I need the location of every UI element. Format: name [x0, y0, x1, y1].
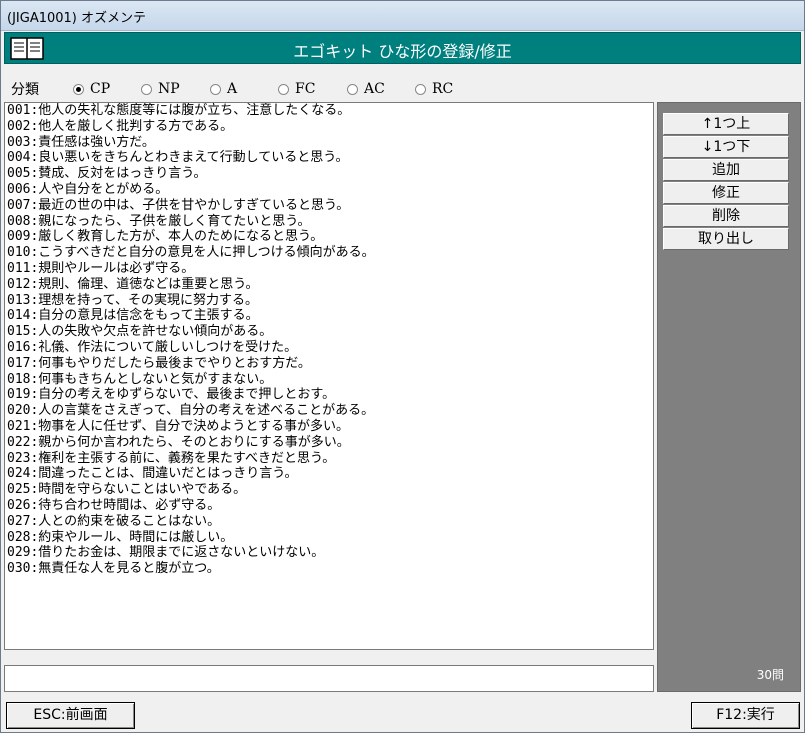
retrieve-button[interactable]: 取り出し — [663, 228, 789, 250]
list-item[interactable]: 007:最近の世の中は、子供を甘やかしすぎていると思う。 — [5, 198, 653, 214]
list-item[interactable]: 006:人や自分をとがめる。 — [5, 182, 653, 198]
list-item[interactable]: 009:厳しく教育した方が、本人のためになると思う。 — [5, 229, 653, 245]
add-button[interactable]: 追加 — [663, 159, 789, 181]
list-item[interactable]: 020:人の言葉をさえぎって、自分の考えを述べることがある。 — [5, 403, 653, 419]
app-window: (JIGA1001) オズメンテ エゴキット ひな形の登録/修正 分類 CP N… — [0, 0, 805, 733]
radio-unselected-icon[interactable] — [347, 83, 358, 95]
list-item[interactable]: 030:無責任な人を見ると腹が立つ。 — [5, 561, 653, 577]
move-up-button[interactable]: ↑1つ上 — [663, 113, 789, 135]
action-panel: ↑1つ上 ↓1つ下 追加 修正 削除 取り出し 30問 — [657, 102, 801, 692]
list-item[interactable]: 012:規則、倫理、道徳などは重要と思う。 — [5, 277, 653, 293]
list-item[interactable]: 015:人の失敗や欠点を許せない傾向がある。 — [5, 324, 653, 340]
list-item[interactable]: 022:親から何か言われたら、そのとおりにする事が多い。 — [5, 435, 653, 451]
radio-label: NP — [158, 81, 180, 97]
list-item[interactable]: 005:賛成、反対をはっきり言う。 — [5, 166, 653, 182]
list-item[interactable]: 011:規則やルールは必ず守る。 — [5, 261, 653, 277]
list-item[interactable]: 014:自分の意見は信念をもって主張する。 — [5, 308, 653, 324]
list-item[interactable]: 001:他人の失礼な態度等には腹が立ち、注意したくなる。 — [5, 103, 653, 119]
list-item[interactable]: 016:礼儀、作法について厳しいしつけを受けた。 — [5, 340, 653, 356]
radio-unselected-icon[interactable] — [278, 83, 289, 95]
question-input[interactable] — [4, 665, 654, 692]
radio-np[interactable]: NP — [141, 79, 180, 99]
list-item[interactable]: 029:借りたお金は、期限までに返さないといけない。 — [5, 545, 653, 561]
list-item[interactable]: 017:何事もやりだしたら最後までやりとおす方だ。 — [5, 356, 653, 372]
radio-rc[interactable]: RC — [415, 79, 453, 99]
question-count: 30問 — [756, 668, 784, 682]
radio-label: A — [227, 81, 238, 97]
list-item[interactable]: 003:責任感は強い方だ。 — [5, 135, 653, 151]
window-title: (JIGA1001) オズメンテ — [7, 11, 146, 26]
list-item[interactable]: 023:権利を主張する前に、義務を果たすべきだと思う。 — [5, 451, 653, 467]
execute-button[interactable]: F12:実行 — [691, 702, 800, 729]
list-item[interactable]: 027:人との約束を破ることはない。 — [5, 514, 653, 530]
header-bar: エゴキット ひな形の登録/修正 — [4, 32, 801, 64]
list-item[interactable]: 013:理想を持って、その実現に努力する。 — [5, 293, 653, 309]
list-item[interactable]: 002:他人を厳しく批判する方である。 — [5, 119, 653, 135]
delete-button[interactable]: 削除 — [663, 205, 789, 227]
page-title: エゴキット ひな形の登録/修正 — [293, 42, 512, 61]
category-selector: 分類 CP NP A FC AC RC — [11, 79, 791, 99]
list-item[interactable]: 028:約束やルール、時間には厳しい。 — [5, 530, 653, 546]
list-item[interactable]: 024:間違ったことは、間違いだとはっきり言う。 — [5, 466, 653, 482]
radio-a[interactable]: A — [210, 79, 237, 99]
list-item[interactable]: 021:物事を人に任せず、自分で決めようとする事が多い。 — [5, 419, 653, 435]
radio-label: CP — [90, 81, 111, 97]
list-item[interactable]: 019:自分の考えをゆずらないで、最後まで押しとおす。 — [5, 387, 653, 403]
title-bar[interactable]: (JIGA1001) オズメンテ — [1, 1, 804, 31]
radio-unselected-icon[interactable] — [141, 83, 152, 95]
radio-unselected-icon[interactable] — [210, 83, 221, 95]
list-item[interactable]: 018:何事もきちんとしないと気がすまない。 — [5, 372, 653, 388]
radio-label: FC — [295, 81, 316, 97]
radio-fc[interactable]: FC — [278, 79, 315, 99]
question-list[interactable]: 001:他人の失礼な態度等には腹が立ち、注意したくなる。 002:他人を厳しく批… — [4, 102, 654, 650]
category-label: 分類 — [11, 82, 39, 98]
list-item[interactable]: 010:こうすべきだと自分の意見を人に押しつける傾向がある。 — [5, 245, 653, 261]
list-item[interactable]: 008:親になったら、子供を厳しく育てたいと思う。 — [5, 214, 653, 230]
list-item[interactable]: 026:待ち合わせ時間は、必ず守る。 — [5, 498, 653, 514]
radio-ac[interactable]: AC — [347, 79, 385, 99]
radio-label: AC — [364, 81, 385, 97]
back-button[interactable]: ESC:前画面 — [6, 702, 135, 729]
list-item[interactable]: 004:良い悪いをきちんとわきまえて行動していると思う。 — [5, 150, 653, 166]
radio-unselected-icon[interactable] — [415, 83, 426, 95]
radio-label: RC — [432, 81, 454, 97]
move-down-button[interactable]: ↓1つ下 — [663, 136, 789, 158]
radio-selected-icon[interactable] — [73, 83, 84, 95]
radio-cp[interactable]: CP — [73, 79, 110, 99]
list-item[interactable]: 025:時間を守らないことはいやである。 — [5, 482, 653, 498]
edit-button[interactable]: 修正 — [663, 182, 789, 204]
